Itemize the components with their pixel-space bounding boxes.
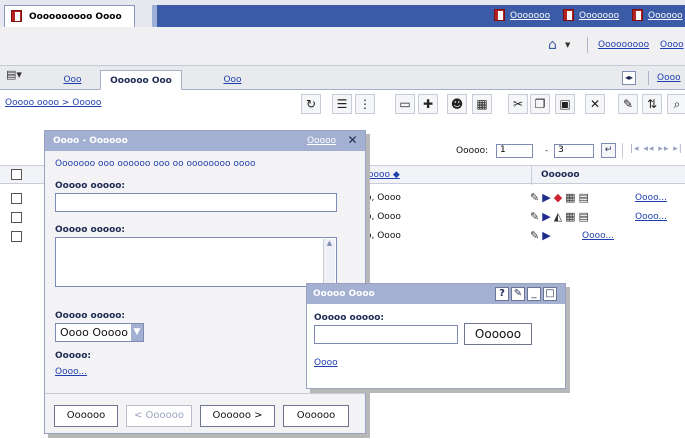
window-icon — [11, 10, 22, 22]
nav-arrows-icon[interactable]: ◂▸ — [622, 71, 636, 85]
field1-input[interactable] — [55, 193, 337, 212]
window-link-1[interactable]: Ooooooo — [510, 11, 550, 21]
row-action-icons[interactable]: ✎▶◆▦▤ — [530, 191, 592, 204]
users-icon[interactable]: ☻ — [447, 94, 467, 114]
tab-2[interactable]: Oooooo Ooo — [100, 70, 182, 90]
dialog-help-link[interactable]: Ooooo — [307, 136, 336, 146]
help-icon[interactable]: ? — [495, 287, 509, 301]
chevron-down-icon[interactable]: ▼ — [131, 324, 143, 341]
pager-nav-icons[interactable]: |◂ ◂◂ ▸▸ ▸| — [630, 144, 683, 154]
row-link[interactable]: Oooo... — [635, 212, 667, 222]
pager-from-input[interactable]: 1 — [496, 144, 533, 158]
dialog2-link[interactable]: Oooo — [314, 358, 338, 368]
app-tab-title: Oooooooooo Oooo — [29, 12, 122, 22]
list-view-icon[interactable]: ☰ — [332, 94, 352, 114]
pager-dash: - — [545, 146, 549, 156]
sort-icon[interactable]: ⇅ — [642, 94, 662, 114]
field-label: Ooooo ooooo: — [314, 313, 385, 323]
field2-label: Ooooo ooooo: — [55, 225, 126, 235]
row-text: o, Oooo — [366, 212, 401, 222]
sub-dialog: Ooooo Oooo ? ✎ _ □ Ooooo ooooo: Oooooo O… — [306, 283, 566, 389]
paste-icon[interactable]: ▣ — [555, 94, 575, 114]
delete-icon[interactable]: ✕ — [585, 94, 605, 114]
field-input[interactable] — [314, 325, 458, 344]
dialog-description: Ooooooo ooo oooooo ooo oo oooooooo oooo — [55, 159, 256, 169]
divider — [45, 393, 365, 394]
row-text: o, Oooo — [366, 231, 401, 241]
action-button[interactable]: Oooooo — [464, 323, 532, 345]
next-button[interactable]: Oooooo > — [200, 405, 275, 427]
field4-label: Ooooo: — [55, 351, 91, 361]
scrollbar[interactable]: ▲ — [323, 239, 335, 285]
tab-3[interactable]: Ooo — [210, 70, 255, 90]
new-folder-icon[interactable]: ▭ — [395, 94, 415, 114]
divider — [587, 37, 588, 53]
row-link[interactable]: Oooo... — [635, 193, 667, 203]
tab-row: ▤▾ Ooo Oooooo Ooo Ooo ◂▸ Oooo — [0, 66, 685, 90]
toolbar-row: Ooooo oooo > Ooooo ↻ ☰ ⋮ ▭ ✚ ☻ ▦ ✂ ❐ ▣ ✕… — [0, 90, 685, 120]
refresh-icon[interactable]: ↻ — [301, 94, 321, 114]
maximize-icon[interactable]: □ — [543, 287, 557, 301]
grid-icon[interactable]: ▦ — [472, 94, 492, 114]
header-link-2[interactable]: Oooo — [660, 40, 684, 50]
dialog-header[interactable]: Ooooo Oooo ? ✎ _ □ — [307, 284, 565, 304]
tabs-right-link[interactable]: Oooo — [657, 73, 681, 83]
window-icon — [563, 9, 574, 21]
row-text: o, Oooo — [366, 193, 401, 203]
cut-icon[interactable]: ✂ — [508, 94, 528, 114]
new-object-icon[interactable]: ✚ — [418, 94, 438, 114]
copy-icon[interactable]: ❐ — [530, 94, 550, 114]
divider — [531, 166, 532, 185]
field2-textarea[interactable] — [55, 237, 337, 287]
chevron-down-icon[interactable]: ▼ — [565, 41, 570, 49]
last-button[interactable]: Oooooo — [283, 405, 349, 427]
window-icon — [494, 9, 505, 21]
row-action-icons[interactable]: ✎▶◭▦▤ — [530, 210, 592, 223]
top-window-strip: Ooooooo Ooooooo Oooooo — [152, 5, 685, 27]
go-icon[interactable]: ↵ — [601, 143, 616, 158]
row-action-icons[interactable]: ✎▶ — [530, 229, 554, 242]
select-all-checkbox[interactable] — [11, 169, 22, 180]
dialog-title: Oooo - Oooooo — [53, 136, 128, 146]
divider — [648, 71, 649, 85]
pager-to-input[interactable]: 3 — [554, 144, 594, 158]
minimize-icon[interactable]: _ — [527, 287, 541, 301]
window-link-3[interactable]: Oooooo — [648, 11, 683, 21]
edit-icon[interactable]: ✎ — [511, 287, 525, 301]
menu-icon[interactable]: ▤▾ — [6, 68, 22, 81]
tab-1[interactable]: Ooo — [50, 70, 95, 90]
row-checkbox[interactable] — [11, 212, 22, 223]
tree-view-icon[interactable]: ⋮ — [355, 94, 375, 114]
row-checkbox[interactable] — [11, 193, 22, 204]
home-icon[interactable]: ⌂ — [548, 37, 557, 53]
row-link[interactable]: Oooo... — [582, 231, 614, 241]
header-link-1[interactable]: Ooooooooo — [598, 40, 649, 50]
close-icon[interactable]: ✕ — [345, 133, 360, 148]
search-icon[interactable]: ⌕ — [667, 94, 685, 114]
breadcrumb[interactable]: Ooooo oooo > Ooooo — [5, 98, 101, 108]
dialog-title: Ooooo Oooo — [313, 289, 375, 299]
field1-label: Ooooo ooooo: — [55, 181, 126, 191]
window-link-2[interactable]: Ooooooo — [579, 11, 619, 21]
header-bar: ⌂ ▼ Ooooooooo Oooo — [0, 27, 685, 66]
app-tab[interactable]: Oooooooooo Oooo — [4, 5, 135, 27]
divider — [622, 143, 623, 158]
dialog-header[interactable]: Oooo - Oooooo Ooooo ✕ — [45, 131, 365, 151]
back-button[interactable]: < Oooooo — [126, 405, 192, 427]
properties-icon[interactable]: ✎ — [618, 94, 638, 114]
field3-label: Ooooo ooooo: — [55, 311, 126, 321]
first-button[interactable]: Oooooo — [54, 405, 118, 427]
pager-label: Ooooo: — [456, 146, 489, 156]
column-header-sort[interactable]: oooo ◆ — [368, 170, 400, 180]
row-checkbox[interactable] — [11, 231, 22, 242]
actions-header: Oooooo — [541, 170, 580, 180]
window-icon — [632, 9, 643, 21]
field4-link[interactable]: Oooo... — [55, 367, 87, 377]
